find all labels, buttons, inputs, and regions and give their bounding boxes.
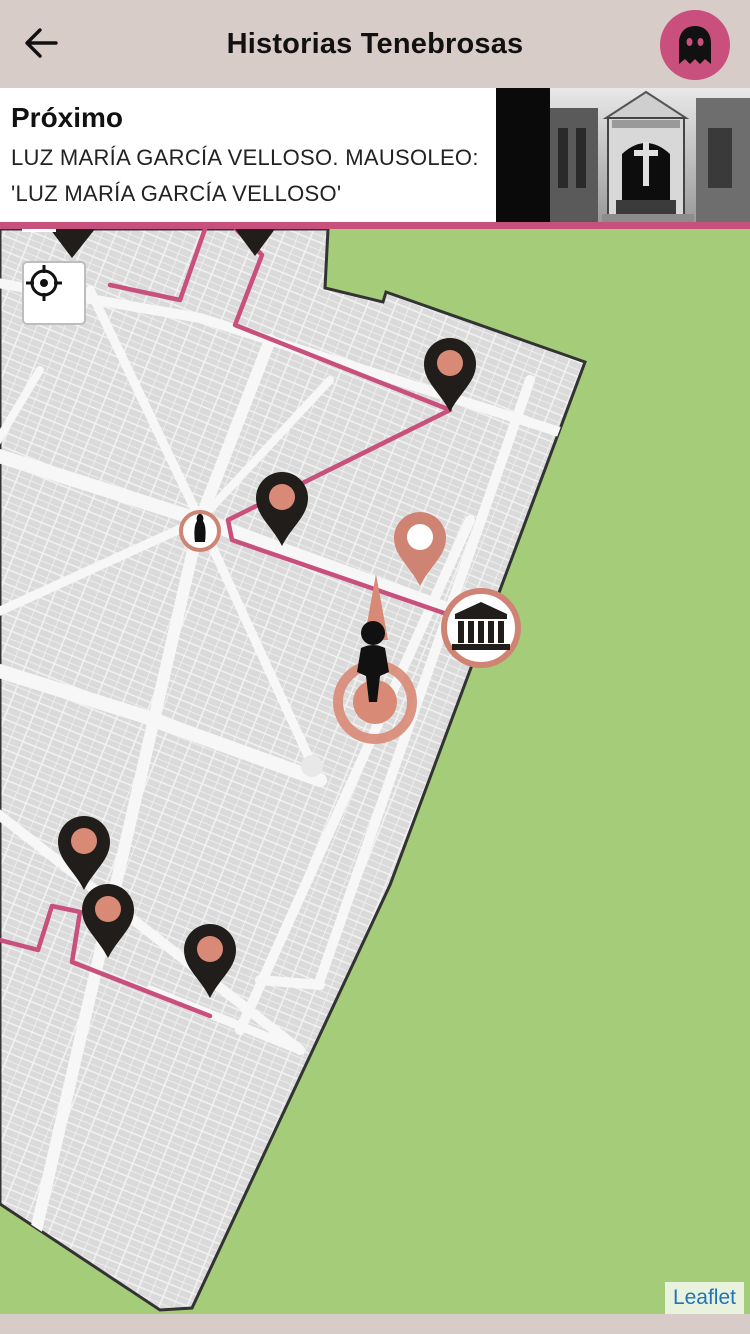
crosshair-icon [26, 265, 62, 301]
header-accent-line [0, 222, 750, 229]
map-canvas[interactable] [0, 229, 750, 1314]
mausoleum-photo [496, 88, 750, 222]
map-attribution: Leaflet [664, 1282, 744, 1314]
locate-me-button[interactable] [22, 261, 86, 325]
map-view[interactable]: Leaflet [0, 229, 750, 1314]
statue-marker[interactable] [179, 510, 221, 552]
next-stop-card[interactable]: Próximo LUZ MARÍA GARCÍA VELLOSO. MAUSOL… [0, 88, 750, 222]
leaflet-link[interactable]: Leaflet [673, 1286, 736, 1310]
page-title: Historias Tenebrosas [226, 28, 524, 60]
mausoleum-marker[interactable] [441, 588, 521, 668]
next-stop-label: Próximo [11, 102, 124, 133]
next-stop-description: LUZ MARÍA GARCÍA VELLOSO. MAUSOLEO: 'LUZ… [11, 145, 479, 206]
next-stop-text: Próximo LUZ MARÍA GARCÍA VELLOSO. MAUSOL… [11, 102, 486, 212]
bottom-bar [0, 1314, 750, 1334]
app-header: Historias Tenebrosas [0, 0, 750, 90]
ghost-menu-button[interactable] [660, 10, 730, 80]
ghost-icon [679, 26, 711, 64]
